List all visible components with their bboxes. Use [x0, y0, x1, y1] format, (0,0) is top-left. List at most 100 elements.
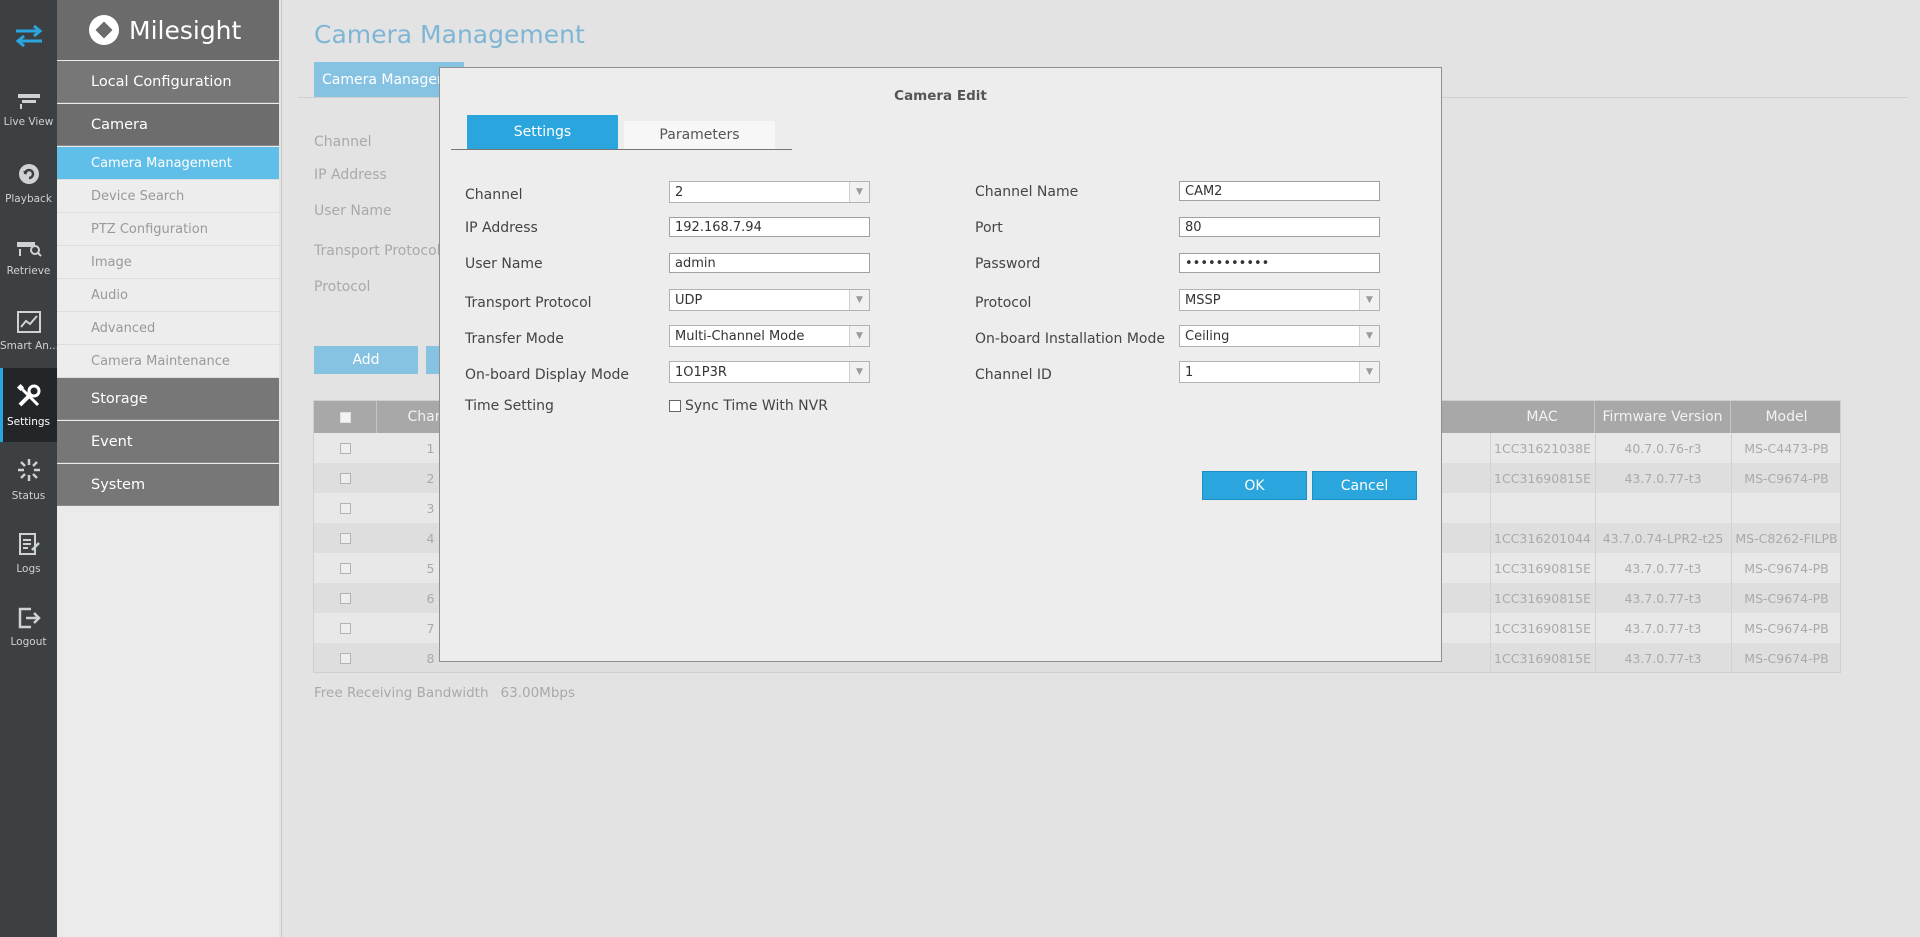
row-model: MS-C8262-FILPB — [1735, 530, 1838, 546]
filter-label-transport: Transport Protocol — [314, 243, 441, 259]
settings-nav: Milesight Local Configuration Camera Cam… — [57, 0, 279, 937]
label-installation-mode: On-board Installation Mode — [975, 331, 1165, 347]
rail-settings[interactable]: Settings — [0, 368, 57, 442]
rail-logout[interactable]: Logout — [0, 590, 57, 664]
user-name-input[interactable]: admin — [669, 253, 870, 273]
bandwidth-label: Free Receiving Bandwidth — [314, 685, 489, 701]
chevron-down-icon: ▼ — [849, 290, 869, 310]
row-model: MS-C9674-PB — [1744, 470, 1829, 486]
dialog-title: Camera Edit — [894, 88, 987, 104]
menu-toggle[interactable] — [0, 0, 57, 72]
display-mode-select[interactable]: 1O1P3R ▼ — [669, 361, 870, 383]
row-mac — [1490, 493, 1595, 523]
label-ip-address: IP Address — [465, 220, 538, 236]
playback-icon — [18, 163, 39, 184]
label-channel-id: Channel ID — [975, 367, 1052, 383]
display-mode-value: 1O1P3R — [675, 364, 727, 380]
sync-time-checkbox[interactable]: Sync Time With NVR — [669, 398, 828, 414]
protocol-select[interactable]: MSSP ▼ — [1179, 289, 1380, 311]
ip-address-input[interactable]: 192.168.7.94 — [669, 217, 870, 237]
label-protocol: Protocol — [975, 295, 1032, 311]
chevron-down-icon: ▼ — [849, 362, 869, 382]
nav-system[interactable]: System — [57, 464, 279, 506]
camera-edit-dialog: Camera Edit Settings Parameters Channel … — [439, 67, 1442, 662]
icon-rail: Live View Playback Retrieve Smart An... … — [0, 0, 57, 937]
channel-name-input[interactable]: CAM2 — [1179, 181, 1380, 201]
brand-logo: Milesight — [57, 0, 279, 60]
label-user-name: User Name — [465, 256, 543, 272]
label-channel: Channel — [465, 187, 523, 203]
smart-analysis-icon — [16, 310, 41, 333]
ok-button[interactable]: OK — [1202, 471, 1307, 500]
retrieve-icon — [16, 241, 42, 257]
page-title: Camera Management — [314, 20, 585, 49]
row-mac: 1CC31621038E — [1494, 440, 1591, 456]
checkbox-icon — [669, 400, 681, 412]
header-mac: MAC — [1490, 401, 1595, 433]
transfer-mode-select[interactable]: Multi-Channel Mode ▼ — [669, 325, 870, 347]
row-model: MS-C9674-PB — [1744, 560, 1829, 576]
row-mac: 1CC31690815E — [1494, 470, 1591, 486]
row-mac: 1CC316201044 — [1494, 530, 1591, 546]
row-checkbox[interactable] — [314, 583, 377, 613]
row-checkbox[interactable] — [314, 493, 377, 523]
nav-local-configuration[interactable]: Local Configuration — [57, 61, 279, 103]
row-model: MS-C9674-PB — [1744, 620, 1829, 636]
label-transport-protocol: Transport Protocol — [465, 295, 592, 311]
row-mac: 1CC31690815E — [1494, 620, 1591, 636]
rail-label: Settings — [6, 415, 51, 428]
filter-label-channel: Channel — [314, 134, 372, 150]
row-checkbox[interactable] — [314, 643, 377, 672]
rail-logs[interactable]: Logs — [0, 516, 57, 590]
rail-label: Live View — [3, 115, 54, 128]
nav-audio[interactable]: Audio — [57, 279, 279, 312]
nav-image[interactable]: Image — [57, 246, 279, 279]
add-button[interactable]: Add — [314, 346, 418, 374]
rail-retrieve[interactable]: Retrieve — [0, 220, 57, 294]
select-all-checkbox[interactable] — [314, 401, 377, 433]
row-checkbox[interactable] — [314, 433, 377, 463]
rail-live-view[interactable]: Live View — [0, 72, 57, 146]
rail-status[interactable]: Status — [0, 442, 57, 516]
nav-storage[interactable]: Storage — [57, 378, 279, 420]
nav-event[interactable]: Event — [57, 421, 279, 463]
installation-mode-value: Ceiling — [1185, 328, 1230, 344]
row-model: MS-C9674-PB — [1744, 590, 1829, 606]
channel-id-select[interactable]: 1 ▼ — [1179, 361, 1380, 383]
header-firmware: Firmware Version — [1595, 401, 1731, 433]
label-time-setting: Time Setting — [465, 398, 554, 414]
installation-mode-select[interactable]: Ceiling ▼ — [1179, 325, 1380, 347]
header-model: Model — [1765, 409, 1808, 425]
cancel-button[interactable]: Cancel — [1312, 471, 1417, 500]
label-port: Port — [975, 220, 1003, 236]
row-checkbox[interactable] — [314, 463, 377, 493]
row-checkbox[interactable] — [314, 523, 377, 553]
transport-protocol-select[interactable]: UDP ▼ — [669, 289, 870, 311]
filter-label-user: User Name — [314, 203, 392, 219]
channel-select[interactable]: 2 ▼ — [669, 181, 870, 203]
row-checkbox[interactable] — [314, 613, 377, 643]
tab-settings[interactable]: Settings — [467, 115, 618, 149]
tab-parameters[interactable]: Parameters — [624, 121, 775, 149]
nav-camera-maintenance[interactable]: Camera Maintenance — [57, 345, 279, 378]
filter-label-protocol: Protocol — [314, 279, 371, 295]
row-firmware: 43.7.0.77-t3 — [1624, 590, 1702, 606]
nav-advanced[interactable]: Advanced — [57, 312, 279, 345]
nav-ptz-configuration[interactable]: PTZ Configuration — [57, 213, 279, 246]
nav-camera-management[interactable]: Camera Management — [57, 147, 279, 180]
row-mac: 1CC31690815E — [1494, 650, 1591, 666]
nav-device-search[interactable]: Device Search — [57, 180, 279, 213]
live-view-icon — [17, 93, 40, 109]
rail-smart-analysis[interactable]: Smart An... — [0, 294, 57, 368]
milesight-logo-icon — [89, 15, 119, 45]
row-mac: 1CC31690815E — [1494, 590, 1591, 606]
password-input[interactable]: ••••••••••• — [1179, 253, 1380, 273]
bandwidth-value: 63.00Mbps — [500, 685, 575, 701]
port-input[interactable]: 80 — [1179, 217, 1380, 237]
row-model: MS-C4473-PB — [1744, 440, 1829, 456]
settings-icon — [16, 383, 40, 406]
row-checkbox[interactable] — [314, 553, 377, 583]
rail-playback[interactable]: Playback — [0, 146, 57, 220]
nav-camera[interactable]: Camera — [57, 104, 279, 146]
row-model — [1731, 493, 1840, 523]
